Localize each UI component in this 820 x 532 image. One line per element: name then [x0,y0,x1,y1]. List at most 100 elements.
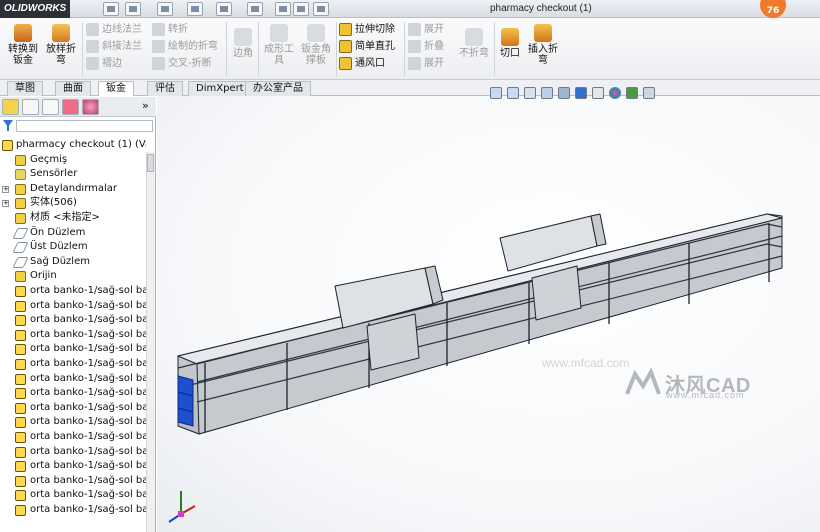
tab-office-products[interactable]: 办公室产品 [245,81,311,96]
simple-hole-button[interactable]: 简单直孔 [339,38,395,55]
select-cursor-icon[interactable] [247,2,263,16]
vent-button[interactable]: 通风口 [339,55,395,72]
corners-button[interactable]: 边角 [230,28,256,59]
edit-appearance-icon[interactable] [609,87,621,99]
apply-scene-icon[interactable] [626,87,638,99]
watermark-url: www.mfcad.com [666,390,745,400]
tree-item-component[interactable]: orta banko-1/sağ-sol ba [2,503,146,518]
tree-root-row[interactable]: pharmacy checkout (1) (Va [2,138,146,153]
cross-break-button[interactable]: 交叉-折断 [152,55,218,72]
hide-show-items-icon[interactable] [592,87,604,99]
tab-sketch[interactable]: 草图 [7,81,43,96]
part-icon [15,315,26,327]
help-badge-icon[interactable]: 76 [760,0,786,18]
graphics-viewport[interactable]: www.mfcad.com [157,96,820,532]
tree-item-component[interactable]: orta banko-1/sağ-sol ba [2,474,146,489]
save-icon[interactable] [157,2,173,16]
previous-view-icon[interactable] [524,87,536,99]
tree-item-component[interactable]: orta banko-1/sağ-sol ba [2,415,146,430]
tree-expand-icon[interactable]: + [2,200,9,208]
tab-evaluate[interactable]: 评估 [147,81,183,96]
solid-bodies-folder-icon [15,198,26,210]
tree-item-component[interactable]: orta banko-1/sağ-sol ba [2,284,146,299]
feature-tree: pharmacy checkout (1) (Va Geçmiş Sensörle… [0,135,146,532]
feature-manager-tab-icon[interactable] [2,99,19,115]
tree-filter-input[interactable] [16,120,153,132]
tree-item-component[interactable]: orta banko-1/sağ-sol ba [2,357,146,372]
part-icon [15,286,26,297]
display-style-icon[interactable] [575,87,587,99]
miter-flange-button[interactable]: 斜接法兰 [86,38,142,55]
tree-item-plane[interactable]: Üst Düzlem [2,240,88,255]
ribbon-column-flanges: 边线法兰 斜接法兰 褶边 [86,21,142,72]
watermark-logo-icon [625,368,661,395]
display-manager-tab-icon[interactable] [82,99,99,115]
tree-item-component[interactable]: orta banko-1/sağ-sol ba [2,386,146,401]
fold-button[interactable]: 折叠 [408,38,444,55]
tree-item-component[interactable]: orta banko-1/sağ-sol ba [2,342,146,357]
jog-icon [152,23,165,36]
tree-item-material[interactable]: 材质 <未指定> [2,211,100,226]
tree-filter-row [0,119,156,133]
options-icon[interactable] [313,2,329,16]
rebuild-traffic-light-icon[interactable] [275,2,291,16]
tree-item-component[interactable]: orta banko-1/sağ-sol ba [2,372,146,387]
new-document-icon[interactable] [103,2,119,16]
tab-sheet-metal[interactable]: 钣金 [98,81,134,96]
tree-item-label: Geçmiş [30,153,68,165]
edge-flange-button[interactable]: 边线法兰 [86,21,142,38]
tree-item-component[interactable]: orta banko-1/sağ-sol ba [2,445,146,460]
annotations-icon [15,183,26,195]
sketched-bend-button[interactable]: 绘制的折弯 [152,38,218,55]
no-bends-button[interactable]: 不折弯 [458,28,490,59]
print-icon[interactable] [187,2,203,16]
insert-bends-button[interactable]: 插入折弯 [526,24,560,66]
hem-button[interactable]: 褶边 [86,55,142,72]
view-settings-icon[interactable] [643,87,655,99]
dimxpert-manager-tab-icon[interactable] [62,99,79,115]
extruded-cut-button[interactable]: 拉伸切除 [339,21,395,38]
section-view-icon[interactable] [541,87,553,99]
convert-to-sheet-metal-button[interactable]: 转换到 钣金 [6,24,40,66]
tree-item-component[interactable]: orta banko-1/sağ-sol ba [2,430,146,445]
configuration-manager-tab-icon[interactable] [42,99,59,115]
undo-icon[interactable] [216,2,232,16]
tree-scrollbar-thumb[interactable] [147,154,154,172]
unfold-button[interactable]: 展开 [408,21,444,38]
tab-dimxpert[interactable]: DimXpert [188,81,252,96]
tree-scrollbar[interactable] [146,152,155,532]
lofted-bend-button[interactable]: 放样折弯 [44,24,78,66]
zoom-to-area-icon[interactable] [507,87,519,99]
view-orientation-icon[interactable] [558,87,570,99]
rip-button[interactable]: 切口 [498,28,522,59]
tree-item-component[interactable]: orta banko-1/sağ-sol ba [2,299,146,314]
material-icon [15,213,26,224]
tree-item-plane[interactable]: Sağ Düzlem [2,255,90,270]
flatten-button[interactable]: 展开 [408,55,444,72]
jog-button[interactable]: 转折 [152,21,218,38]
tree-item-component[interactable]: orta banko-1/sağ-sol ba [2,488,146,503]
open-folder-icon[interactable] [125,2,141,16]
filter-icon[interactable] [3,120,13,131]
property-manager-tab-icon[interactable] [22,99,39,115]
solidworks-logo: OLIDWORKS [0,0,70,18]
tree-item-component[interactable]: orta banko-1/sağ-sol ba [2,313,146,328]
panel-expand-chevron-icon[interactable]: » [142,99,149,112]
tree-item-sensor[interactable]: Sensörler [2,167,77,182]
fold-icon [408,40,421,53]
zoom-to-fit-icon[interactable] [490,87,502,99]
tab-surfaces[interactable]: 曲面 [55,81,91,96]
tree-item-component[interactable]: orta banko-1/sağ-sol ba [2,328,146,343]
forming-tool-button[interactable]: 成形工具 [262,24,296,66]
tree-item-plane[interactable]: Ön Düzlem [2,226,85,241]
vent-icon [339,57,352,70]
sheet-metal-gusset-button[interactable]: 钣金角 撑板 [298,24,334,66]
tree-item-origin[interactable]: Orijin [2,269,57,284]
tree-item-component[interactable]: orta banko-1/sağ-sol ba [2,459,146,474]
tree-expand-icon[interactable]: + [2,185,9,193]
tree-item-component[interactable]: orta banko-1/sağ-sol ba [2,401,146,416]
tree-item-history[interactable]: Geçmiş [2,153,67,168]
file-properties-icon[interactable] [293,2,309,16]
tree-item-solid-bodies[interactable]: + 实体(506) [2,196,77,211]
tree-item-annotation[interactable]: + Detaylandırmalar [2,182,117,197]
